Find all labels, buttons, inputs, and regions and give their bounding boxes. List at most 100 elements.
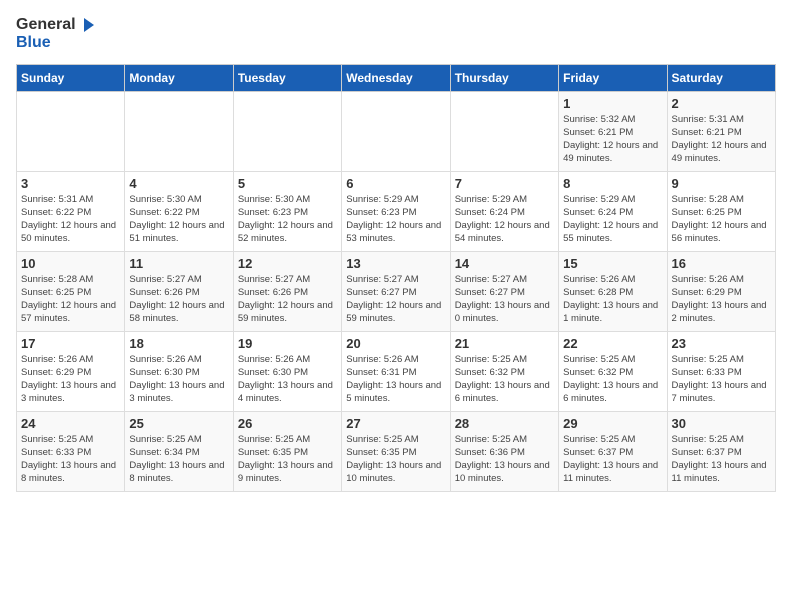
day-info: Sunrise: 5:28 AM Sunset: 6:25 PM Dayligh…	[21, 273, 120, 326]
day-cell: 23 Sunrise: 5:25 AM Sunset: 6:33 PM Dayli…	[667, 331, 775, 411]
day-cell: 8Sunrise: 5:29 AM Sunset: 6:24 PM Daylig…	[559, 171, 667, 251]
day-number: 20	[346, 336, 445, 351]
day-cell	[125, 91, 233, 171]
week-row-3: 17 Sunrise: 5:26 AM Sunset: 6:29 PM Dayli…	[17, 331, 776, 411]
day-info: Sunrise: 5:31 AM Sunset: 6:22 PM Dayligh…	[21, 193, 120, 246]
day-number: 24	[21, 416, 120, 431]
calendar-table: SundayMondayTuesdayWednesdayThursdayFrid…	[16, 64, 776, 492]
day-cell: 30 Sunrise: 5:25 AM Sunset: 6:37 PM Dayli…	[667, 411, 775, 491]
day-number: 6	[346, 176, 445, 191]
day-info: Sunrise: 5:26 AM Sunset: 6:30 PM Dayligh…	[238, 353, 337, 406]
day-number: 13	[346, 256, 445, 271]
day-number: 21	[455, 336, 554, 351]
day-info: Sunrise: 5:26 AM Sunset: 6:28 PM Dayligh…	[563, 273, 662, 326]
header-day-wednesday: Wednesday	[342, 64, 450, 91]
week-row-2: 10 Sunrise: 5:28 AM Sunset: 6:25 PM Dayli…	[17, 251, 776, 331]
day-number: 3	[21, 176, 120, 191]
day-cell: 7Sunrise: 5:29 AM Sunset: 6:24 PM Daylig…	[450, 171, 558, 251]
day-number: 30	[672, 416, 771, 431]
day-info: Sunrise: 5:25 AM Sunset: 6:37 PM Dayligh…	[672, 433, 771, 486]
day-cell: 13Sunrise: 5:27 AM Sunset: 6:27 PM Dayli…	[342, 251, 450, 331]
day-cell: 1 Sunrise: 5:32 AM Sunset: 6:21 PM Daylig…	[559, 91, 667, 171]
day-cell: 15 Sunrise: 5:26 AM Sunset: 6:28 PM Dayli…	[559, 251, 667, 331]
day-info: Sunrise: 5:26 AM Sunset: 6:29 PM Dayligh…	[672, 273, 771, 326]
header-day-thursday: Thursday	[450, 64, 558, 91]
day-cell: 20 Sunrise: 5:26 AM Sunset: 6:31 PM Dayli…	[342, 331, 450, 411]
day-cell: 9 Sunrise: 5:28 AM Sunset: 6:25 PM Daylig…	[667, 171, 775, 251]
day-info: Sunrise: 5:27 AM Sunset: 6:27 PM Dayligh…	[455, 273, 554, 326]
day-cell: 11 Sunrise: 5:27 AM Sunset: 6:26 PM Dayli…	[125, 251, 233, 331]
day-info: Sunrise: 5:26 AM Sunset: 6:30 PM Dayligh…	[129, 353, 228, 406]
day-cell: 25Sunrise: 5:25 AM Sunset: 6:34 PM Dayli…	[125, 411, 233, 491]
logo-general-text: General	[16, 16, 76, 34]
day-info: Sunrise: 5:30 AM Sunset: 6:22 PM Dayligh…	[129, 193, 228, 246]
logo-arrow-icon	[78, 16, 96, 34]
header-row: SundayMondayTuesdayWednesdayThursdayFrid…	[17, 64, 776, 91]
day-cell: 16Sunrise: 5:26 AM Sunset: 6:29 PM Dayli…	[667, 251, 775, 331]
day-info: Sunrise: 5:25 AM Sunset: 6:35 PM Dayligh…	[346, 433, 445, 486]
day-info: Sunrise: 5:27 AM Sunset: 6:26 PM Dayligh…	[129, 273, 228, 326]
day-number: 29	[563, 416, 662, 431]
day-info: Sunrise: 5:31 AM Sunset: 6:21 PM Dayligh…	[672, 113, 771, 166]
day-cell: 5 Sunrise: 5:30 AM Sunset: 6:23 PM Daylig…	[233, 171, 341, 251]
day-number: 10	[21, 256, 120, 271]
header-day-monday: Monday	[125, 64, 233, 91]
week-row-1: 3 Sunrise: 5:31 AM Sunset: 6:22 PM Daylig…	[17, 171, 776, 251]
day-info: Sunrise: 5:25 AM Sunset: 6:37 PM Dayligh…	[563, 433, 662, 486]
day-cell: 26Sunrise: 5:25 AM Sunset: 6:35 PM Dayli…	[233, 411, 341, 491]
day-info: Sunrise: 5:25 AM Sunset: 6:32 PM Dayligh…	[563, 353, 662, 406]
logo-container: General Blue	[16, 16, 96, 52]
day-number: 27	[346, 416, 445, 431]
day-number: 15	[563, 256, 662, 271]
day-cell	[450, 91, 558, 171]
day-info: Sunrise: 5:28 AM Sunset: 6:25 PM Dayligh…	[672, 193, 771, 246]
day-number: 8	[563, 176, 662, 191]
logo: General Blue	[16, 16, 96, 52]
day-info: Sunrise: 5:26 AM Sunset: 6:31 PM Dayligh…	[346, 353, 445, 406]
day-cell: 22 Sunrise: 5:25 AM Sunset: 6:32 PM Dayli…	[559, 331, 667, 411]
day-cell: 2 Sunrise: 5:31 AM Sunset: 6:21 PM Daylig…	[667, 91, 775, 171]
day-cell: 19 Sunrise: 5:26 AM Sunset: 6:30 PM Dayli…	[233, 331, 341, 411]
day-info: Sunrise: 5:25 AM Sunset: 6:34 PM Dayligh…	[129, 433, 228, 486]
day-number: 9	[672, 176, 771, 191]
day-number: 5	[238, 176, 337, 191]
week-row-4: 24 Sunrise: 5:25 AM Sunset: 6:33 PM Dayli…	[17, 411, 776, 491]
day-number: 14	[455, 256, 554, 271]
day-number: 19	[238, 336, 337, 351]
day-number: 17	[21, 336, 120, 351]
logo-blue-text: Blue	[16, 34, 51, 52]
day-cell: 4Sunrise: 5:30 AM Sunset: 6:22 PM Daylig…	[125, 171, 233, 251]
day-cell: 17 Sunrise: 5:26 AM Sunset: 6:29 PM Dayli…	[17, 331, 125, 411]
day-number: 28	[455, 416, 554, 431]
day-cell: 12 Sunrise: 5:27 AM Sunset: 6:26 PM Dayli…	[233, 251, 341, 331]
day-cell	[233, 91, 341, 171]
day-info: Sunrise: 5:25 AM Sunset: 6:36 PM Dayligh…	[455, 433, 554, 486]
day-number: 11	[129, 256, 228, 271]
day-cell: 28 Sunrise: 5:25 AM Sunset: 6:36 PM Dayli…	[450, 411, 558, 491]
day-cell: 3 Sunrise: 5:31 AM Sunset: 6:22 PM Daylig…	[17, 171, 125, 251]
day-number: 12	[238, 256, 337, 271]
day-info: Sunrise: 5:25 AM Sunset: 6:33 PM Dayligh…	[21, 433, 120, 486]
day-cell: 14 Sunrise: 5:27 AM Sunset: 6:27 PM Dayli…	[450, 251, 558, 331]
day-info: Sunrise: 5:30 AM Sunset: 6:23 PM Dayligh…	[238, 193, 337, 246]
day-number: 1	[563, 96, 662, 111]
header: General Blue	[16, 16, 776, 52]
day-number: 2	[672, 96, 771, 111]
day-info: Sunrise: 5:25 AM Sunset: 6:35 PM Dayligh…	[238, 433, 337, 486]
day-number: 18	[129, 336, 228, 351]
day-number: 22	[563, 336, 662, 351]
day-info: Sunrise: 5:32 AM Sunset: 6:21 PM Dayligh…	[563, 113, 662, 166]
day-info: Sunrise: 5:27 AM Sunset: 6:26 PM Dayligh…	[238, 273, 337, 326]
day-cell: 24 Sunrise: 5:25 AM Sunset: 6:33 PM Dayli…	[17, 411, 125, 491]
day-info: Sunrise: 5:26 AM Sunset: 6:29 PM Dayligh…	[21, 353, 120, 406]
day-cell: 10 Sunrise: 5:28 AM Sunset: 6:25 PM Dayli…	[17, 251, 125, 331]
day-info: Sunrise: 5:25 AM Sunset: 6:33 PM Dayligh…	[672, 353, 771, 406]
day-cell: 27 Sunrise: 5:25 AM Sunset: 6:35 PM Dayli…	[342, 411, 450, 491]
header-day-friday: Friday	[559, 64, 667, 91]
day-cell	[17, 91, 125, 171]
day-cell: 21Sunrise: 5:25 AM Sunset: 6:32 PM Dayli…	[450, 331, 558, 411]
day-number: 23	[672, 336, 771, 351]
day-cell: 6Sunrise: 5:29 AM Sunset: 6:23 PM Daylig…	[342, 171, 450, 251]
day-number: 7	[455, 176, 554, 191]
day-cell: 18 Sunrise: 5:26 AM Sunset: 6:30 PM Dayli…	[125, 331, 233, 411]
